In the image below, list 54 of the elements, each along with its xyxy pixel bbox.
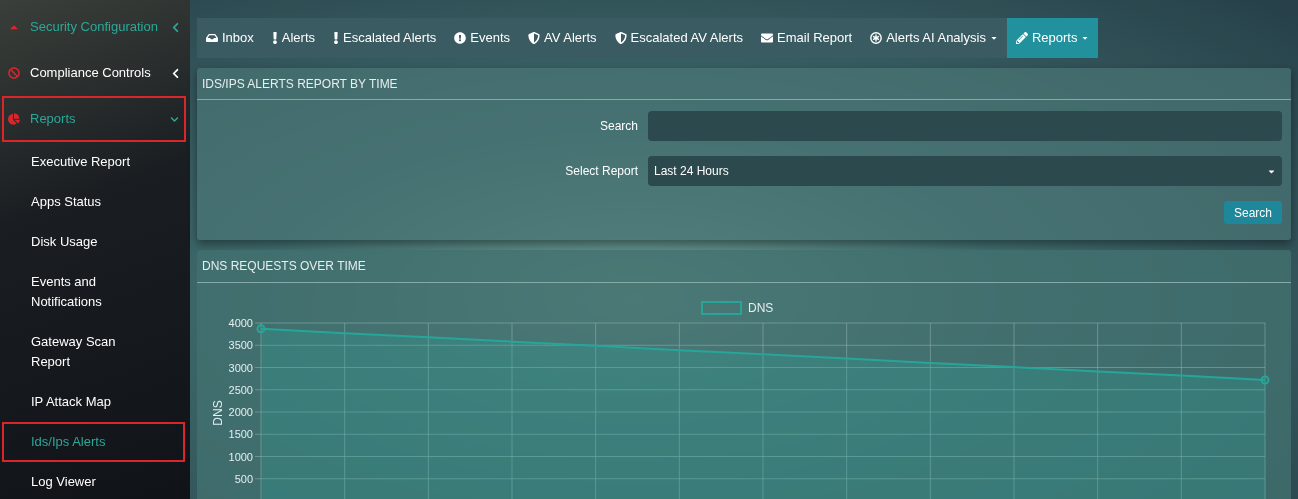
caret-icon bbox=[1081, 34, 1090, 42]
nav-tab[interactable]: Reports bbox=[1006, 18, 1099, 58]
y-tick-label: 500 bbox=[234, 472, 253, 485]
y-tick-label: 3000 bbox=[228, 361, 253, 374]
sidebar-subitem[interactable]: Apps Status bbox=[2, 182, 186, 222]
data-point bbox=[256, 324, 266, 334]
nav-tab[interactable]: Inbox bbox=[197, 18, 263, 58]
sidebar-subitem[interactable]: Log Viewer bbox=[2, 462, 186, 499]
nav-tab[interactable]: Escalated AV Alerts bbox=[605, 18, 753, 58]
exclamation-icon bbox=[271, 32, 278, 44]
legend-label: DNS bbox=[748, 301, 774, 315]
nav-tab[interactable]: Events bbox=[445, 18, 519, 58]
search-button[interactable]: Search bbox=[1223, 201, 1282, 224]
panel-title: IDS/IPS ALERTS REPORT BY TIME bbox=[197, 68, 1291, 100]
sidebar-subitem[interactable]: Ids/Ips Alerts bbox=[2, 422, 185, 462]
field-label: Select Report bbox=[564, 163, 639, 180]
shield-icon bbox=[528, 32, 540, 44]
sidebar-subitem[interactable]: Executive Report bbox=[2, 142, 186, 182]
nav-tab[interactable]: AV Alerts bbox=[519, 18, 606, 58]
sidebar-subitem[interactable]: Disk Usage bbox=[2, 222, 186, 262]
panel-title: DNS REQUESTS OVER TIME bbox=[197, 250, 1291, 283]
ban-icon bbox=[8, 67, 20, 79]
pencil-icon bbox=[1015, 32, 1028, 44]
nav-tab[interactable]: Escalated Alerts bbox=[324, 18, 446, 58]
y-axis-label: DNS bbox=[211, 400, 225, 426]
sidebar-subitem[interactable]: IP Attack Map bbox=[2, 382, 186, 422]
search-field[interactable] bbox=[648, 111, 1282, 141]
nav-tab[interactable]: Email Report bbox=[752, 18, 862, 58]
sidebar-item[interactable]: Reports bbox=[2, 96, 186, 142]
chevron-down-icon bbox=[169, 114, 180, 124]
chevron-left-icon bbox=[171, 21, 180, 33]
caret-icon bbox=[989, 34, 998, 42]
pie-chart-icon bbox=[8, 113, 20, 125]
y-tick-label: 2500 bbox=[228, 383, 253, 396]
sidebar-subitem[interactable]: Gateway Scan Report bbox=[2, 322, 186, 382]
nav-tab[interactable]: Alerts AI Analysis bbox=[861, 18, 1007, 58]
nav-tab[interactable]: Alerts bbox=[262, 18, 325, 58]
y-tick-label: 4000 bbox=[228, 317, 253, 329]
shield-icon bbox=[614, 32, 627, 44]
asterisk-circle-icon bbox=[870, 32, 883, 44]
chevron-left-icon bbox=[171, 67, 180, 79]
inbox-icon bbox=[206, 32, 218, 44]
report-select[interactable]: Last 24 Hours bbox=[648, 156, 1282, 186]
y-tick-label: 2000 bbox=[228, 406, 253, 418]
y-tick-label: 1000 bbox=[228, 450, 253, 463]
exclamation-icon bbox=[333, 32, 340, 44]
sidebar-item[interactable]: Compliance Controls bbox=[2, 50, 186, 96]
y-tick-label: 3500 bbox=[228, 339, 253, 352]
sidebar-item[interactable]: Security Configuration bbox=[2, 4, 186, 50]
sidebar-subitem[interactable]: Events and Notifications bbox=[2, 262, 186, 322]
envelope-icon bbox=[761, 32, 774, 44]
y-tick-label: 1500 bbox=[228, 428, 253, 441]
data-point bbox=[1260, 375, 1270, 385]
field-label: Search bbox=[598, 118, 639, 135]
